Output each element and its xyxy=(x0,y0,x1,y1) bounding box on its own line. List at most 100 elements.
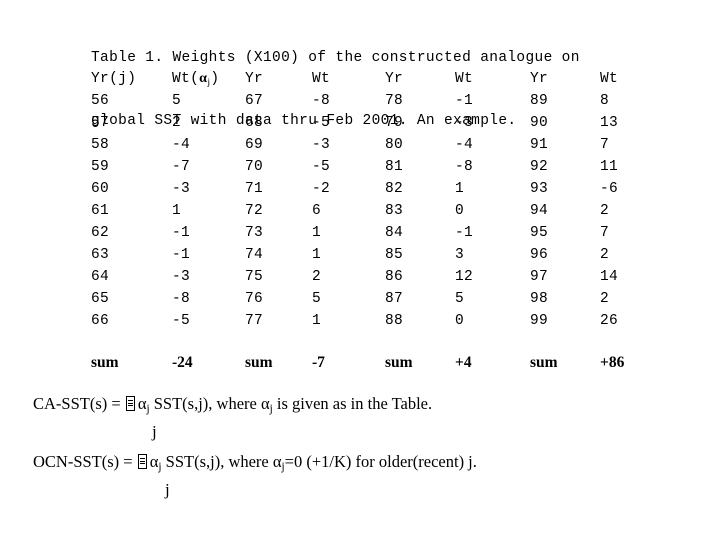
cell-wt: -1 xyxy=(455,93,474,109)
cell-wt: 1 xyxy=(312,313,322,329)
cell-yr: 85 xyxy=(385,247,404,263)
cell-wt: -1 xyxy=(172,247,191,263)
cell-wt: -8 xyxy=(312,93,331,109)
column-header-yr-2: Yr xyxy=(245,71,264,87)
wt-alpha-prefix: Wt( xyxy=(172,71,200,87)
cell-wt: 11 xyxy=(600,159,619,175)
cell-wt: -4 xyxy=(172,137,191,153)
cell-yr: 79 xyxy=(385,115,404,131)
cell-yr: 78 xyxy=(385,93,404,109)
cell-yr: 86 xyxy=(385,269,404,285)
sum-value-1: -24 xyxy=(172,354,193,371)
table-row: 59 -7 70 -5 81 -8 92 11 xyxy=(0,156,720,178)
cell-wt: 2 xyxy=(312,269,322,285)
cell-yr: 80 xyxy=(385,137,404,153)
cell-yr: 83 xyxy=(385,203,404,219)
cell-yr: 87 xyxy=(385,291,404,307)
document-page: Table 1. Weights (X100) of the construct… xyxy=(0,0,720,540)
cell-yr: 99 xyxy=(530,313,549,329)
cell-yr: 82 xyxy=(385,181,404,197)
cell-wt: 26 xyxy=(600,313,619,329)
cell-wt: 14 xyxy=(600,269,619,285)
cell-yr: 59 xyxy=(91,159,110,175)
cell-yr: 68 xyxy=(245,115,264,131)
cell-yr: 91 xyxy=(530,137,549,153)
cell-wt: -5 xyxy=(312,115,331,131)
cell-yr: 96 xyxy=(530,247,549,263)
column-header-wt-3: Wt xyxy=(455,71,474,87)
cell-yr: 64 xyxy=(91,269,110,285)
cell-wt: 7 xyxy=(600,225,610,241)
cell-yr: 89 xyxy=(530,93,549,109)
cell-yr: 69 xyxy=(245,137,264,153)
cell-yr: 81 xyxy=(385,159,404,175)
table-row: 56 5 67 -8 78 -1 89 8 xyxy=(0,90,720,112)
formula-1-index: j xyxy=(152,422,157,441)
column-header-wt-4: Wt xyxy=(600,71,619,87)
table-row: 61 1 72 6 83 0 94 2 xyxy=(0,200,720,222)
table-row: 58 -4 69 -3 80 -4 91 7 xyxy=(0,134,720,156)
cell-wt: 0 xyxy=(455,313,465,329)
summation-icon xyxy=(125,396,135,411)
sum-value-2: -7 xyxy=(312,354,325,371)
cell-yr: 56 xyxy=(91,93,110,109)
table-row: 60 -3 71 -2 82 1 93 -6 xyxy=(0,178,720,200)
cell-yr: 92 xyxy=(530,159,549,175)
cell-wt: 2 xyxy=(600,291,610,307)
cell-wt: 13 xyxy=(600,115,619,131)
cell-wt: -1 xyxy=(172,225,191,241)
cell-yr: 93 xyxy=(530,181,549,197)
cell-wt: -3 xyxy=(312,137,331,153)
summation-icon xyxy=(137,454,147,469)
cell-wt: 2 xyxy=(600,247,610,263)
formula-1-tail: is given as in the Table. xyxy=(272,394,433,413)
cell-wt: 1 xyxy=(312,247,322,263)
cell-yr: 60 xyxy=(91,181,110,197)
cell-wt: -4 xyxy=(455,137,474,153)
table-row: 63 -1 74 1 85 3 96 2 xyxy=(0,244,720,266)
cell-yr: 71 xyxy=(245,181,264,197)
formula-2-index: j xyxy=(165,480,170,499)
sum-label-3: sum xyxy=(385,354,413,371)
formula-1-lhs: CA-SST(s) = xyxy=(33,394,125,413)
cell-wt: 2 xyxy=(600,203,610,219)
sum-label-4: sum xyxy=(530,354,558,371)
cell-wt: 1 xyxy=(172,203,182,219)
cell-yr: 63 xyxy=(91,247,110,263)
formula-ca-sst: CA-SST(s) = αj SST(s,j), where αj is giv… xyxy=(33,393,432,420)
cell-wt: -2 xyxy=(312,181,331,197)
cell-wt: -8 xyxy=(172,291,191,307)
cell-yr: 73 xyxy=(245,225,264,241)
formula-2-lhs: OCN-SST(s) = xyxy=(33,452,137,471)
column-header-yr-4: Yr xyxy=(530,71,549,87)
table-row: 64 -3 75 2 86 12 97 14 xyxy=(0,266,720,288)
column-header-wt-2: Wt xyxy=(312,71,331,87)
cell-wt: -6 xyxy=(600,181,619,197)
cell-wt: -3 xyxy=(455,115,474,131)
table-row: 65 -8 76 5 87 5 98 2 xyxy=(0,288,720,310)
cell-yr: 97 xyxy=(530,269,549,285)
cell-yr: 58 xyxy=(91,137,110,153)
cell-yr: 62 xyxy=(91,225,110,241)
cell-yr: 94 xyxy=(530,203,549,219)
cell-yr: 84 xyxy=(385,225,404,241)
formula-2-mid: SST(s,j), where xyxy=(161,452,273,471)
column-header-yr-j: Yr(j) xyxy=(91,71,137,87)
cell-wt: 6 xyxy=(312,203,322,219)
table-row: 57 2 68 -5 79 -3 90 13 xyxy=(0,112,720,134)
cell-yr: 75 xyxy=(245,269,264,285)
cell-yr: 95 xyxy=(530,225,549,241)
cell-wt: -1 xyxy=(455,225,474,241)
cell-yr: 72 xyxy=(245,203,264,219)
cell-yr: 90 xyxy=(530,115,549,131)
cell-wt: 2 xyxy=(172,115,182,131)
sum-label-1: sum xyxy=(91,354,119,371)
table-sum-row: sum -24 sum -7 sum +4 sum +86 xyxy=(0,352,720,374)
cell-wt: 1 xyxy=(455,181,465,197)
sum-label-2: sum xyxy=(245,354,273,371)
cell-yr: 77 xyxy=(245,313,264,329)
formula-2-alpha-2: α xyxy=(272,452,282,471)
cell-wt: 0 xyxy=(455,203,465,219)
cell-wt: -7 xyxy=(172,159,191,175)
table-sum-section: sum -24 sum -7 sum +4 sum +86 xyxy=(0,352,720,374)
